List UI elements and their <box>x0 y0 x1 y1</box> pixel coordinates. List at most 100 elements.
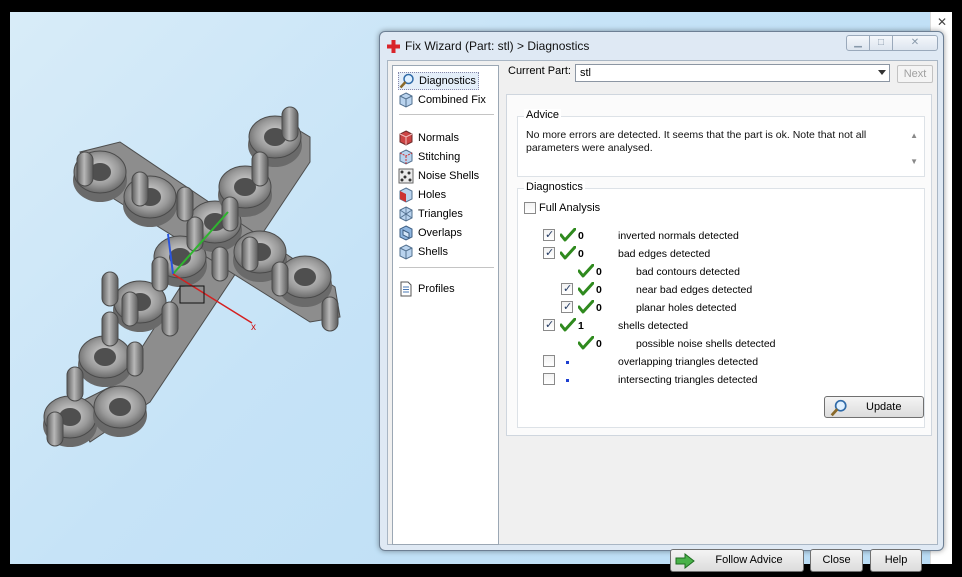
nav-item-label: Profiles <box>418 283 455 295</box>
diagnostic-row: overlapping triangles detected <box>518 354 918 370</box>
diagnostic-label: overlapping triangles detected <box>618 356 759 368</box>
pin <box>131 171 149 207</box>
update-button[interactable]: Update <box>824 396 924 418</box>
advice-title: Advice <box>524 109 562 121</box>
diagnostic-label: planar holes detected <box>636 302 737 314</box>
diagnostic-count: 0 <box>596 302 602 314</box>
nav-item-combined-fix[interactable]: Combined Fix <box>398 91 486 109</box>
full-analysis-checkbox[interactable] <box>524 202 536 214</box>
diagnostic-label: shells detected <box>618 320 689 332</box>
nav-item-label: Combined Fix <box>418 94 486 106</box>
diagnostic-count: 0 <box>596 338 602 350</box>
diagnostic-row: 0 planar holes detected <box>518 300 918 316</box>
diagnostic-label: intersecting triangles detected <box>618 374 758 386</box>
diagnostic-checkbox[interactable] <box>543 228 555 241</box>
nav-item-holes[interactable]: Holes <box>398 186 446 204</box>
nav-divider <box>399 267 494 268</box>
dialog-client: Diagnostics Combined Fix Normals Stitchi… <box>387 60 938 572</box>
ring-hole <box>94 348 116 366</box>
minimize-button[interactable]: ▁ <box>846 35 870 51</box>
diagnostic-label: inverted normals detected <box>618 230 739 242</box>
check-ok-icon <box>578 300 594 314</box>
nav-item-overlaps[interactable]: Overlaps <box>398 224 462 242</box>
nav-item-label: Stitching <box>418 151 461 163</box>
advice-text: No more errors are detected. It seems th… <box>526 129 867 154</box>
scroll-up-icon[interactable]: ▲ <box>910 131 918 140</box>
nav-item-label: Overlaps <box>418 227 463 239</box>
pin <box>101 311 119 347</box>
diagnostic-label: possible noise shells detected <box>636 338 776 350</box>
close-window-button[interactable]: ✕ <box>892 35 938 51</box>
help-button[interactable]: Help <box>870 549 922 572</box>
pin <box>121 291 139 327</box>
chevron-down-icon <box>878 70 886 75</box>
diagnostic-row: intersecting triangles detected <box>518 372 918 388</box>
diagnostic-row: 0 bad edges detected <box>518 246 918 262</box>
maximize-button[interactable]: □ <box>869 35 893 51</box>
nav-item-profiles[interactable]: Profiles <box>398 280 455 298</box>
diagnostic-label: bad edges detected <box>618 248 711 260</box>
pin <box>251 151 269 187</box>
diagnostic-row: 0 near bad edges detected <box>518 282 918 298</box>
diagnostic-label: near bad edges detected <box>636 284 753 296</box>
pin <box>211 246 229 282</box>
pin <box>221 196 239 232</box>
diagnostic-row: 0 inverted normals detected <box>518 228 918 244</box>
diagnostic-checkbox[interactable] <box>543 318 555 331</box>
holes-cube-icon <box>399 187 413 203</box>
pin <box>281 106 299 142</box>
nav-divider <box>399 114 494 115</box>
nav-item-label: Normals <box>418 132 459 144</box>
close-button[interactable]: Close <box>810 549 863 572</box>
diagnostic-checkbox[interactable] <box>561 282 573 295</box>
diagnostic-count: 0 <box>596 266 602 278</box>
pin <box>101 271 119 307</box>
check-ok-icon <box>560 318 576 332</box>
diagnostic-checkbox[interactable] <box>543 246 555 259</box>
diagnostics-panel: Advice No more errors are detected. It s… <box>506 94 932 436</box>
x-shaped-part <box>43 106 341 447</box>
current-part-value: stl <box>580 67 591 79</box>
titlebar[interactable]: Fix Wizard (Part: stl) > Diagnostics ▁ □… <box>380 32 943 60</box>
diagnostic-checkbox[interactable] <box>543 373 555 385</box>
diagnostic-checkbox[interactable] <box>561 300 573 313</box>
nav-item-normals[interactable]: Normals <box>398 129 459 147</box>
nav-item-noise-shells[interactable]: Noise Shells <box>398 167 479 185</box>
shells-cube-icon <box>399 244 413 260</box>
current-part-select[interactable]: stl <box>575 64 890 82</box>
follow-advice-button[interactable]: Follow Advice <box>670 549 804 572</box>
nav-item-diagnostics[interactable]: Diagnostics <box>398 72 479 90</box>
advice-group: Advice No more errors are detected. It s… <box>517 109 925 177</box>
nav-item-stitching[interactable]: Stitching <box>398 148 460 166</box>
diagnostic-row: 0 possible noise shells detected <box>518 336 918 352</box>
diagnostics-group: Diagnostics Full Analysis 0 inverted norm… <box>517 181 925 428</box>
diagnostic-checkbox[interactable] <box>543 355 555 367</box>
check-ok-icon <box>578 282 594 296</box>
pin <box>321 296 339 332</box>
current-part-label: Current Part: <box>508 65 571 77</box>
magnifier-icon <box>830 399 847 417</box>
next-button[interactable]: Next <box>897 65 933 83</box>
nav-item-label: Holes <box>418 189 447 201</box>
red-cross-icon <box>387 40 400 53</box>
diagnostic-count: 0 <box>578 248 584 260</box>
noise-shells-icon <box>398 168 414 184</box>
dialog-title: Fix Wizard (Part: stl) > Diagnostics <box>405 39 590 53</box>
magnifier-icon <box>399 73 414 89</box>
pin <box>46 411 64 447</box>
cube-icon <box>399 92 413 108</box>
pin <box>241 236 259 272</box>
diagnostic-count: 0 <box>578 230 584 242</box>
pin <box>76 151 94 187</box>
diagnostic-row: 1 shells detected <box>518 318 918 334</box>
scroll-down-icon[interactable]: ▼ <box>910 157 918 166</box>
diagnostic-row: 0 bad contours detected <box>518 264 918 280</box>
diagnostic-count: 1 <box>578 320 584 332</box>
arrow-right-icon <box>675 553 695 569</box>
normals-cube-icon <box>399 130 413 146</box>
nav-item-triangles[interactable]: Triangles <box>398 205 463 223</box>
full-analysis-label: Full Analysis <box>539 202 601 214</box>
follow-advice-label: Follow Advice <box>715 554 783 566</box>
pin <box>271 261 289 297</box>
nav-item-shells[interactable]: Shells <box>398 243 448 261</box>
